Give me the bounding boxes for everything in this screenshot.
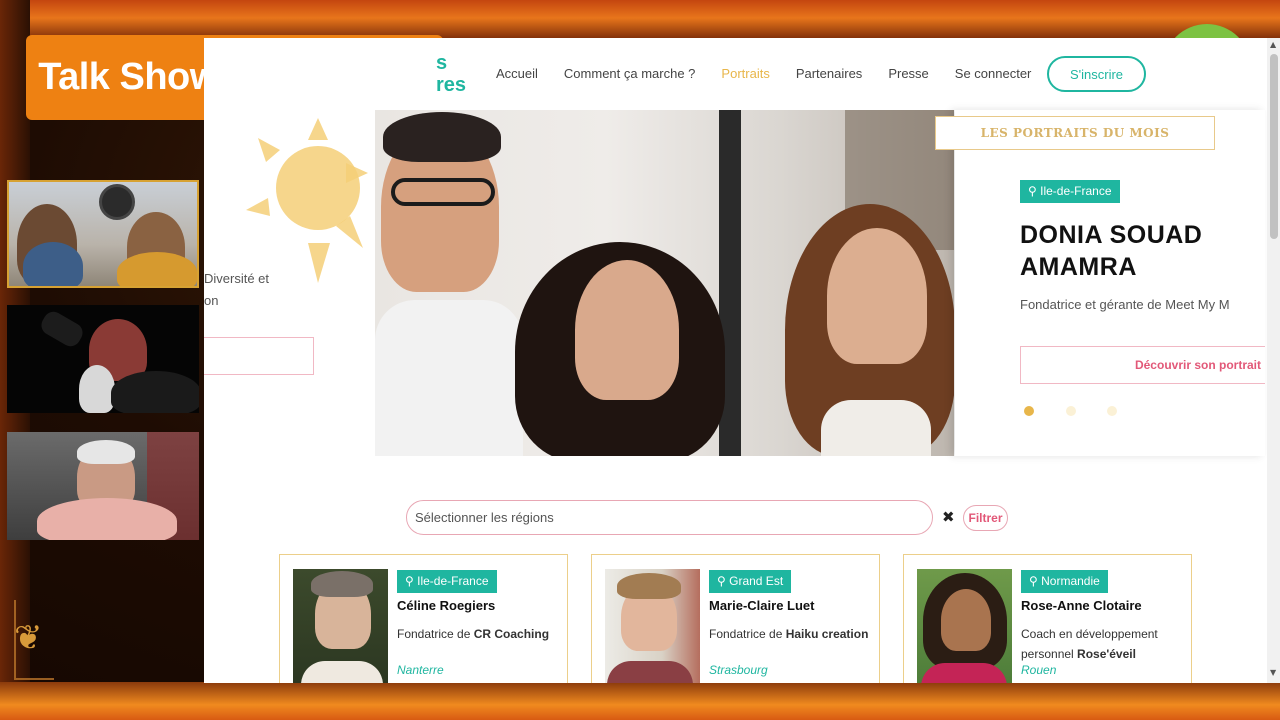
hero-region-tag: ⚲ Ile-de-France — [1020, 180, 1120, 203]
discover-portrait-button[interactable]: Découvrir son portrait — [1020, 346, 1265, 384]
site-logo[interactable]: s res — [436, 52, 466, 96]
glasses-icon — [391, 178, 495, 206]
card-desc-text: Fondatrice de — [709, 627, 786, 641]
microphone-icon — [37, 308, 87, 350]
scrollbar-thumb[interactable] — [1270, 54, 1278, 239]
guest-avatar — [23, 242, 83, 286]
webcam-tile-host — [7, 305, 199, 413]
card-description: Fondatrice de CR Coaching — [397, 624, 567, 644]
location-pin-icon: ⚲ — [1028, 184, 1041, 198]
hero-name-line: AMAMRA — [1020, 253, 1137, 281]
logo-line-1: s — [436, 52, 448, 74]
card-region-tag: ⚲ Normandie — [1021, 570, 1108, 593]
region-select-input[interactable]: Sélectionner les régions — [406, 500, 933, 535]
sun-illustration-icon — [246, 118, 368, 283]
carousel-dot[interactable] — [1066, 406, 1076, 416]
card-business-name: Rose'éveil — [1077, 647, 1136, 661]
previous-slide-line: on — [204, 293, 219, 308]
card-city: Nanterre — [397, 663, 444, 677]
location-pin-icon: ⚲ — [717, 574, 730, 588]
card-city: Strasbourg — [709, 663, 768, 677]
card-description: Fondatrice de Haiku creation — [709, 624, 879, 644]
previous-slide-text: Diversité et on — [204, 268, 269, 312]
card-region-tag: ⚲ Grand Est — [709, 570, 792, 593]
host-avatar — [79, 365, 115, 413]
portrait-face — [941, 589, 991, 651]
portrait-card-photo — [917, 569, 1012, 683]
portrait-card[interactable]: ⚲ Grand Est Marie-Claire Luet Fondatrice… — [591, 554, 880, 683]
carousel-dot[interactable] — [1107, 406, 1117, 416]
portraits-of-month-label: LES PORTRAITS DU MOIS — [935, 116, 1215, 150]
card-business-name: CR Coaching — [473, 627, 550, 641]
scroll-down-icon[interactable]: ▼ — [1270, 668, 1276, 677]
nav-se-connecter[interactable]: Se connecter — [955, 66, 1032, 81]
card-description: Coach en développement personnel Rose'év… — [1021, 624, 1191, 664]
nav-portraits[interactable]: Portraits — [721, 66, 769, 81]
person-photo-woman-2-top — [821, 400, 931, 456]
portrait-top — [301, 661, 383, 683]
portrait-hair — [617, 573, 681, 599]
hero-portrait-subtitle: Fondatrice et gérante de Meet My M — [1020, 297, 1230, 312]
guest-avatar — [117, 252, 197, 286]
person-photo-woman — [575, 260, 679, 400]
card-name: Céline Roegiers — [397, 598, 496, 613]
main-nav: Accueil Comment ça marche ? Portraits Pa… — [496, 66, 1057, 81]
card-region-label: Normandie — [1041, 574, 1100, 588]
guest-avatar — [77, 440, 135, 464]
hero-name-line: DONIA SOUAD — [1020, 221, 1203, 249]
card-region-label: Grand Est — [729, 574, 784, 588]
location-pin-icon: ⚲ — [1029, 574, 1042, 588]
nav-comment-ca-marche[interactable]: Comment ça marche ? — [564, 66, 696, 81]
portrait-card-photo — [605, 569, 700, 683]
location-pin-icon: ⚲ — [405, 574, 418, 588]
scroll-up-icon[interactable]: ▲ — [1270, 40, 1276, 49]
card-name: Marie-Claire Luet — [709, 598, 815, 613]
nav-partenaires[interactable]: Partenaires — [796, 66, 862, 81]
portrait-hero-photo — [375, 110, 954, 456]
webcam-tile-guest — [7, 432, 199, 540]
person-photo-woman-2 — [827, 228, 927, 364]
portrait-hair — [311, 571, 373, 597]
guest-avatar — [37, 498, 177, 540]
portrait-card[interactable]: ⚲ Normandie Rose-Anne Clotaire Coach en … — [903, 554, 1192, 683]
filter-button[interactable]: Filtrer — [963, 505, 1008, 531]
scroll-ornament-icon: ❦ — [14, 618, 43, 658]
portrait-card-photo — [293, 569, 388, 683]
host-avatar — [111, 371, 199, 413]
logo-line-2: res — [436, 74, 467, 96]
flame-border-top — [0, 0, 1280, 40]
previous-slide-line: Diversité et — [204, 271, 270, 286]
webcam-tile-guests — [7, 180, 199, 288]
hero-portrait-name: DONIA SOUAD AMAMRA — [1020, 219, 1202, 283]
nav-accueil[interactable]: Accueil — [496, 66, 538, 81]
clear-filter-icon[interactable]: ✖ — [942, 508, 955, 526]
card-city: Rouen — [1021, 663, 1057, 677]
portrait-top — [921, 663, 1007, 683]
card-name: Rose-Anne Clotaire — [1021, 598, 1142, 613]
card-desc-text: Fondatrice de — [397, 627, 474, 641]
nav-presse[interactable]: Presse — [888, 66, 928, 81]
person-photo-man-shirt — [375, 300, 523, 456]
portrait-hero-info — [955, 110, 1265, 456]
portrait-top — [607, 661, 693, 683]
portrait-card[interactable]: ⚲ Ile-de-France Céline Roegiers Fondatri… — [279, 554, 568, 683]
card-business-name: Haiku creation — [785, 627, 869, 641]
card-region-tag: ⚲ Ile-de-France — [397, 570, 497, 593]
wall-clock-icon — [99, 184, 135, 220]
carousel-dot-active[interactable] — [1024, 406, 1034, 416]
person-photo-man-hair — [383, 112, 501, 162]
flame-border-bottom — [0, 682, 1280, 720]
signup-button[interactable]: S'inscrire — [1047, 56, 1146, 92]
previous-slide-button[interactable] — [204, 337, 314, 375]
card-region-label: Ile-de-France — [417, 574, 489, 588]
hero-region-label: Ile-de-France — [1040, 184, 1112, 198]
hero-previous-slide: Diversité et on — [204, 110, 374, 456]
browser-viewport: s res Accueil Comment ça marche ? Portra… — [204, 38, 1280, 683]
page-scrollbar[interactable]: ▲ ▼ — [1267, 38, 1280, 683]
